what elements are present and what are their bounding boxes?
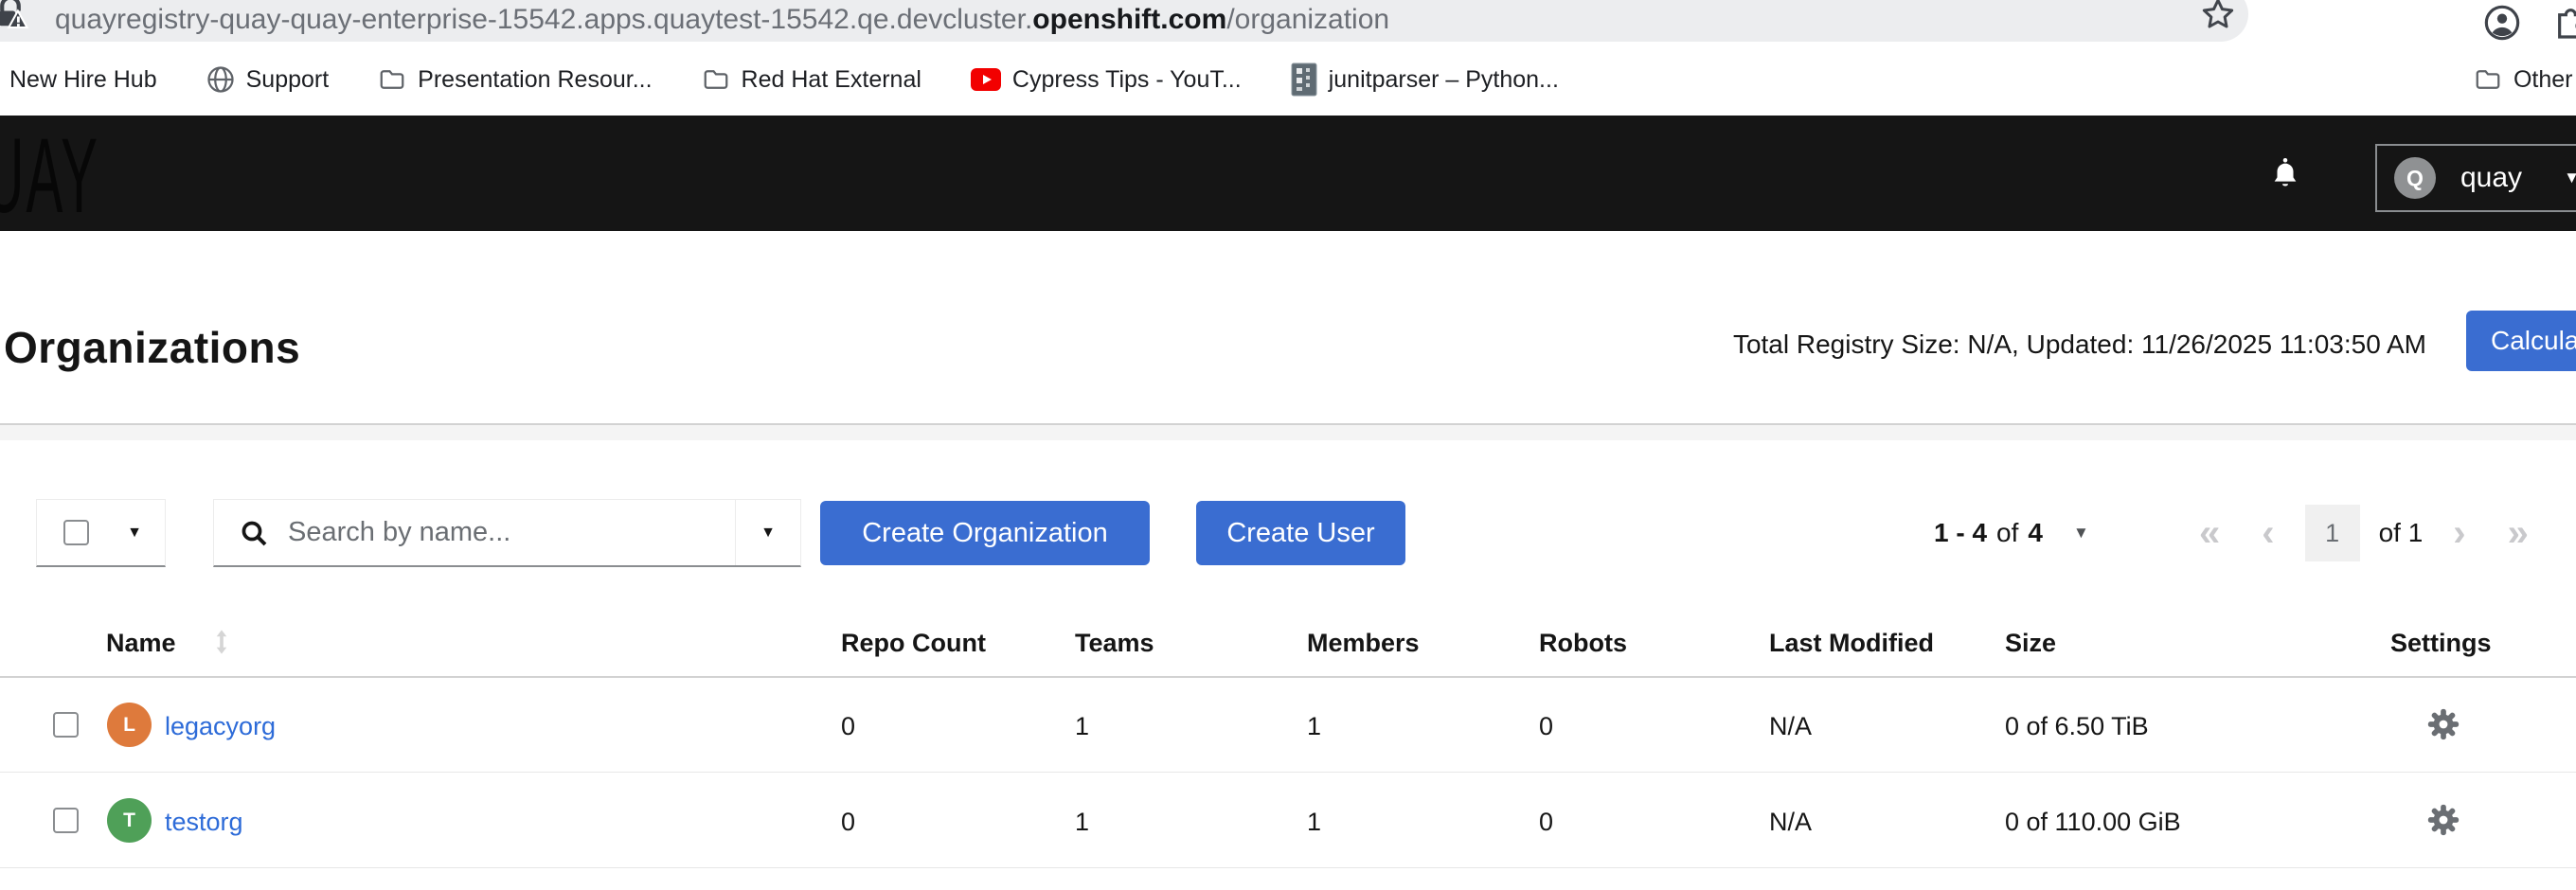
app-header: QUAY Q quay ▼ <box>0 116 2576 231</box>
page-header-band: Organizations Total Registry Size: N/A, … <box>0 231 2576 424</box>
robots-cell: 0 <box>1539 712 1553 741</box>
section-gap <box>0 425 2576 440</box>
members-cell: 1 <box>1307 712 1321 741</box>
column-header-teams: Teams <box>1075 629 1154 658</box>
members-cell: 1 <box>1307 808 1321 837</box>
first-page-button[interactable]: « <box>2178 514 2241 552</box>
current-page-input[interactable]: 1 <box>2305 505 2360 561</box>
folder-icon <box>2474 65 2502 94</box>
org-avatar: T <box>107 798 152 843</box>
pagination-range: 1 - 4 <box>1934 518 1987 548</box>
last-modified-cell: N/A <box>1769 712 1812 741</box>
table-header-row: Name Repo Count Teams Members Robots Las… <box>0 614 2576 678</box>
chevron-down-icon: ▼ <box>760 525 776 542</box>
gear-icon <box>2425 706 2461 742</box>
sort-icon[interactable] <box>214 627 229 657</box>
last-page-button[interactable]: » <box>2487 514 2549 552</box>
site-favicon <box>1291 62 1317 97</box>
bookmark-support[interactable]: Support <box>206 65 330 94</box>
bookmark-presentation-resources[interactable]: Presentation Resour... <box>378 65 652 94</box>
globe-icon <box>206 65 235 94</box>
org-settings-button[interactable] <box>2424 706 2462 744</box>
bookmark-red-hat-external[interactable]: Red Hat External <box>702 65 921 94</box>
search-placeholder: Search by name... <box>288 517 510 548</box>
search-control: Search by name... ▼ <box>213 499 801 567</box>
url-field[interactable]: quayregistry-quay-quay-enterprise-15542.… <box>0 0 2248 42</box>
row-checkbox[interactable] <box>53 808 79 833</box>
select-all-checkbox[interactable] <box>63 520 89 545</box>
column-header-members: Members <box>1307 629 1420 658</box>
column-header-size: Size <box>2005 629 2056 658</box>
chevron-down-icon: ▼ <box>2073 524 2089 543</box>
bookmarks-bar: New Hire Hub Support Presentation Resour… <box>0 44 2576 116</box>
quay-logo[interactable]: QUAY <box>0 123 99 229</box>
column-header-repo-count: Repo Count <box>841 629 986 658</box>
table-row: L legacyorg 0 1 1 0 N/A 0 of 6.50 TiB <box>0 678 2576 773</box>
bookmark-new-hire-hub[interactable]: New Hire Hub <box>9 66 157 94</box>
pagination-summary-dropdown[interactable]: 1 - 4 of 4 ▼ <box>1934 499 2089 567</box>
last-modified-cell: N/A <box>1769 808 1812 837</box>
bookmark-star-icon[interactable] <box>2199 0 2237 33</box>
folder-icon <box>378 65 406 94</box>
folder-icon <box>702 65 730 94</box>
size-cell: 0 of 110.00 GiB <box>2005 808 2181 837</box>
other-bookmarks-folder[interactable]: Other Bo <box>2474 44 2576 116</box>
browser-profile-icon[interactable] <box>2483 4 2521 42</box>
page-count-label: of 1 <box>2379 518 2424 548</box>
column-header-last-modified: Last Modified <box>1769 629 1934 658</box>
teams-cell: 1 <box>1075 808 1089 837</box>
column-header-settings: Settings <box>2390 629 2492 658</box>
gear-icon <box>2425 802 2461 838</box>
search-filter-dropdown[interactable]: ▼ <box>735 500 800 565</box>
org-name-link[interactable]: testorg <box>165 808 243 837</box>
bookmark-junitparser[interactable]: junitparser – Python... <box>1291 62 1559 97</box>
pagination-of: of <box>1996 518 2018 548</box>
search-icon <box>239 518 269 548</box>
quay-organizations-screen: quayregistry-quay-quay-enterprise-15542.… <box>0 0 2576 890</box>
previous-page-button[interactable]: ‹ <box>2241 514 2295 552</box>
size-cell: 0 of 6.50 TiB <box>2005 712 2149 741</box>
teams-cell: 1 <box>1075 712 1089 741</box>
youtube-icon <box>971 68 1001 91</box>
not-secure-warning-icon <box>0 0 30 34</box>
notifications-bell-icon[interactable] <box>2269 155 2301 193</box>
table-row: T testorg 0 1 1 0 N/A 0 of 110.00 GiB <box>0 774 2576 868</box>
column-header-name[interactable]: Name <box>106 629 176 658</box>
bulk-select-dropdown[interactable]: ▼ <box>36 499 166 567</box>
calculate-button[interactable]: Calculate <box>2466 311 2576 371</box>
robots-cell: 0 <box>1539 808 1553 837</box>
row-checkbox[interactable] <box>53 712 79 738</box>
create-user-button[interactable]: Create User <box>1196 501 1405 565</box>
browser-url-bar: quayregistry-quay-quay-enterprise-15542.… <box>0 0 2576 44</box>
bookmark-cypress-tips[interactable]: Cypress Tips - YouT... <box>971 66 1242 94</box>
url-text[interactable]: quayregistry-quay-quay-enterprise-15542.… <box>55 4 1389 36</box>
pagination-nav: « ‹ 1 of 1 › » <box>2178 499 2549 567</box>
chevron-down-icon: ▼ <box>2564 169 2576 187</box>
user-avatar: Q <box>2394 157 2436 199</box>
org-avatar: L <box>107 703 152 747</box>
repo-count-cell: 0 <box>841 712 855 741</box>
browser-extensions-puzzle-icon[interactable] <box>2551 4 2576 42</box>
repo-count-cell: 0 <box>841 808 855 837</box>
search-input[interactable]: Search by name... <box>214 500 735 565</box>
create-organization-button[interactable]: Create Organization <box>820 501 1150 565</box>
pagination-total: 4 <box>2028 518 2043 548</box>
page-title: Organizations <box>4 322 300 373</box>
org-name-link[interactable]: legacyorg <box>165 712 276 741</box>
user-menu-dropdown[interactable]: Q quay ▼ <box>2375 144 2576 212</box>
chevron-down-icon[interactable]: ▼ <box>127 525 142 542</box>
user-name: quay <box>2460 162 2522 194</box>
org-settings-button[interactable] <box>2424 802 2462 840</box>
registry-size-status: Total Registry Size: N/A, Updated: 11/26… <box>1733 329 2426 360</box>
next-page-button[interactable]: › <box>2432 514 2486 552</box>
column-header-robots: Robots <box>1539 629 1627 658</box>
